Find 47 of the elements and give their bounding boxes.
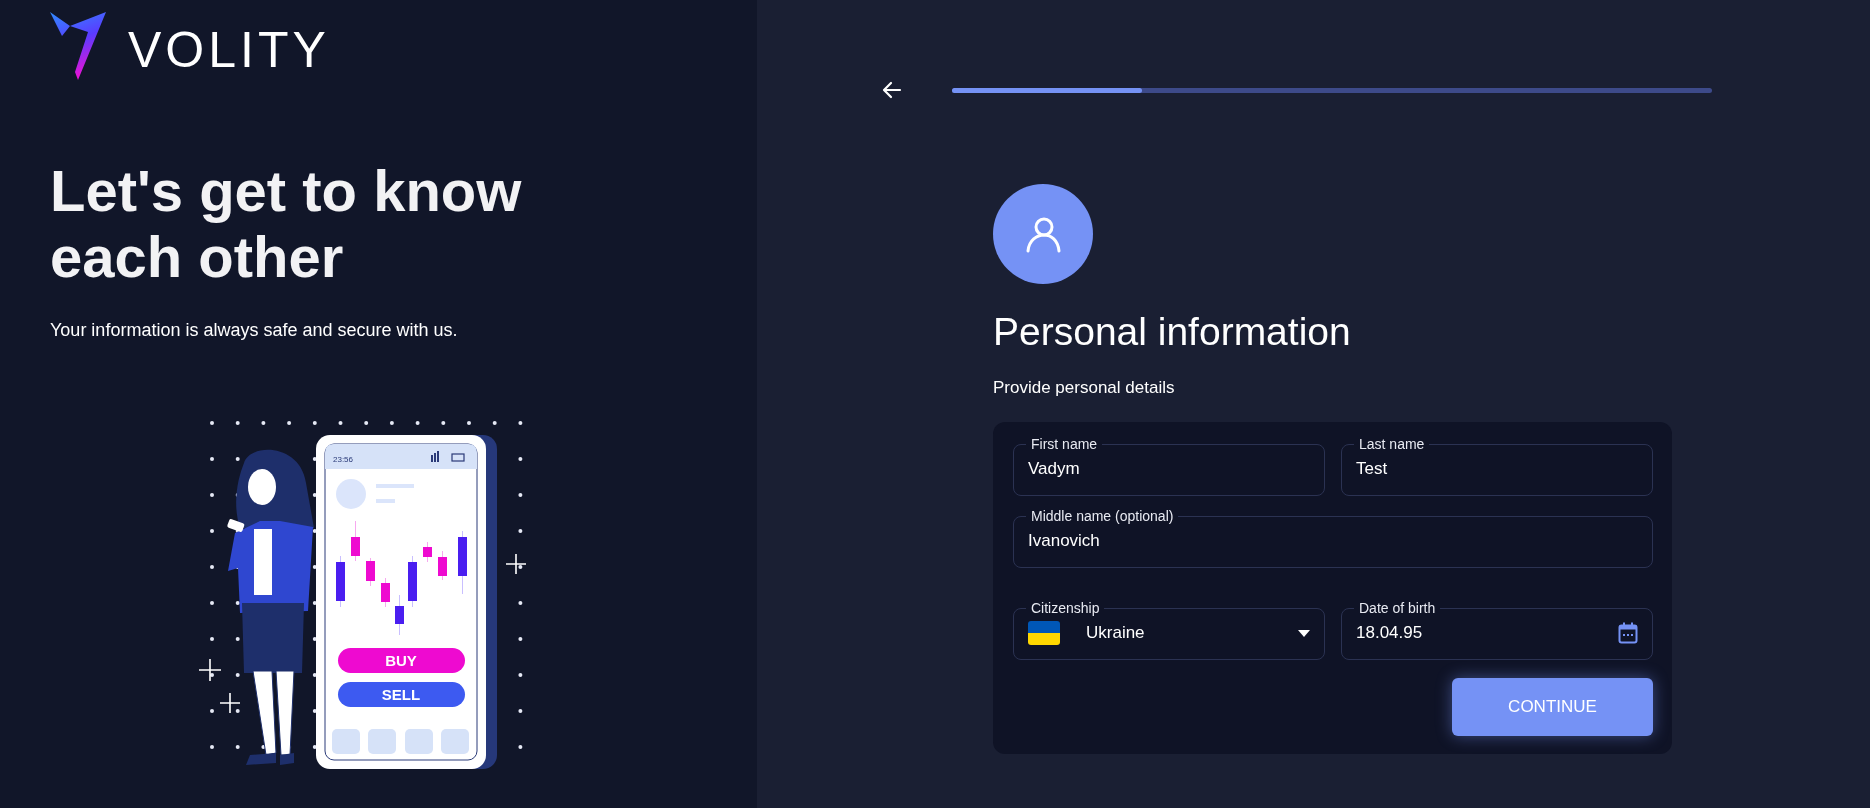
section-title: Personal information <box>993 310 1352 354</box>
intro-subtitle: Your information is always safe and secure with us. <box>50 320 459 341</box>
candlestick <box>458 531 467 594</box>
field-label: First name <box>1030 436 1099 452</box>
sell-label: SELL <box>381 686 421 703</box>
candlestick <box>438 551 447 580</box>
text-input[interactable]: Ivanovich <box>1028 527 1638 555</box>
candlestick <box>381 578 390 607</box>
field-label: Last name <box>1358 436 1426 452</box>
brand-logo-icon <box>50 12 106 80</box>
candlestick <box>408 556 417 607</box>
buy-label: BUY <box>385 652 417 669</box>
text-placeholder-lines <box>376 484 414 503</box>
candlestick <box>395 595 404 635</box>
battery-icon <box>451 453 465 462</box>
app-tile <box>368 729 396 754</box>
select-value: Ukraine <box>1085 623 1146 643</box>
input-field[interactable]: Middle name (optional) Ivanovich <box>1013 508 1653 568</box>
calendar-icon[interactable] <box>1618 622 1638 644</box>
brand-name: VOLITY <box>128 21 330 79</box>
app-tile <box>441 729 469 754</box>
candlestick <box>423 542 432 562</box>
sparkle-icon <box>198 658 222 682</box>
avatar-placeholder <box>336 479 366 509</box>
date-field[interactable]: Date of birth 18.04.95 <box>1341 600 1653 660</box>
text-input[interactable]: Test <box>1356 455 1638 483</box>
text-input[interactable]: Vadym <box>1028 455 1310 483</box>
caret-icon <box>1298 629 1310 637</box>
sparkle-icon <box>219 692 241 714</box>
app-tile <box>332 729 360 754</box>
signal-icon <box>431 451 439 462</box>
headline: Let's get to know each other <box>50 158 523 290</box>
input-field[interactable]: First name Vadym <box>1013 436 1325 496</box>
sparkle-icon <box>505 553 527 575</box>
select-field[interactable]: Citizenship Ukraine <box>1013 600 1325 660</box>
ukraine-flag-icon <box>1028 621 1060 645</box>
app-tile <box>405 729 433 754</box>
field-label: Date of birth <box>1358 600 1437 616</box>
field-label: Middle name (optional) <box>1030 508 1175 524</box>
candlestick <box>336 556 345 607</box>
input-field[interactable]: Last name Test <box>1341 436 1653 496</box>
phone-time: 23:56 <box>333 455 354 464</box>
field-label: Citizenship <box>1030 600 1101 616</box>
candlestick <box>366 558 375 586</box>
date-input[interactable]: 18.04.95 <box>1356 619 1606 647</box>
section-subtitle: Provide personal details <box>993 378 1176 398</box>
candlestick <box>351 521 360 561</box>
